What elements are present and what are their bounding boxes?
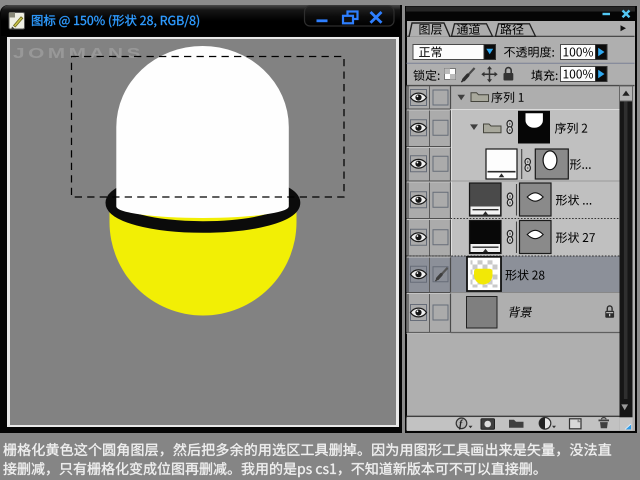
svg-text:JOMMANS: JOMMANS xyxy=(13,45,144,62)
